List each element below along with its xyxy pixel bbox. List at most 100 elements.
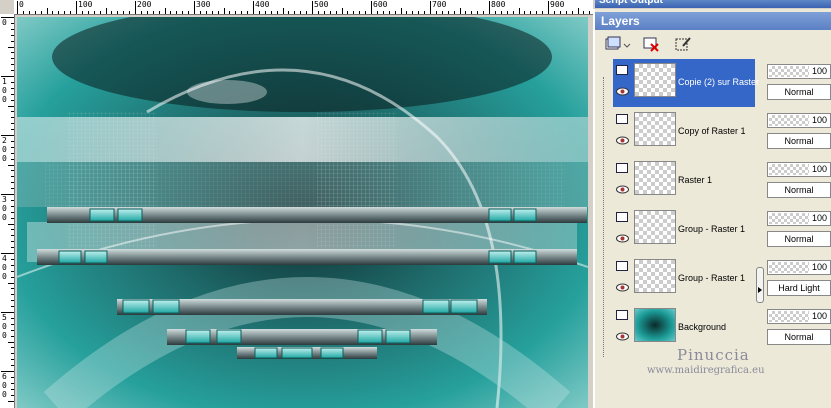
ruler-tick [312,1,313,14]
ruler-tick [400,8,402,14]
layer-thumbnail [634,308,676,342]
ruler-tick [264,11,266,14]
ruler-tick [223,8,225,14]
ruler-tick [341,8,343,14]
ruler-tick [11,323,14,325]
ruler-tick [559,11,561,14]
ruler-tick [11,129,14,131]
script-output-panel-header[interactable]: Script Output [595,0,831,8]
raster-layer-icon [616,212,629,223]
blend-mode-select[interactable]: Normal [767,231,831,247]
ruler-tick [87,11,89,14]
ruler-tick [241,11,243,14]
ruler-tick [11,64,14,66]
ruler-tick [11,123,14,125]
eye-icon[interactable] [616,136,629,145]
blend-mode-select[interactable]: Hard Light [767,280,831,296]
layer-row[interactable]: Raster 1 [613,157,755,205]
ruler-tick [371,1,372,14]
expand-arrow-icon[interactable] [758,287,762,293]
ruler-tick [1,76,14,77]
ruler-tick [11,294,14,296]
ruler-tick [571,11,573,14]
eye-icon[interactable] [616,185,629,194]
ruler-label: 800 [491,0,506,9]
panel-splitter-handle[interactable] [756,267,764,303]
ruler-tick [1,312,14,313]
watermark-name: Pinuccia [677,346,750,364]
ruler-label: 3 0 0 [2,195,7,222]
ruler-tick [81,11,83,14]
ruler-tick [28,11,30,14]
image-canvas[interactable] [17,17,588,408]
eye-icon[interactable] [616,332,629,341]
ruler-tick [11,288,14,290]
layer-properties: 100 Normal [767,157,831,205]
ruler-tick [11,365,14,367]
ruler-tick [548,1,549,14]
layer-row[interactable]: Copy of Raster 1 [613,108,755,156]
layer-thumbnail [634,161,676,195]
layer-row[interactable]: Background [613,304,755,352]
ruler-tick [8,282,14,284]
ruler-tick [11,347,14,349]
ruler-tick [524,11,526,14]
ruler-tick [11,247,14,249]
ruler-tick [11,241,14,243]
blend-mode-select[interactable]: Normal [767,329,831,345]
ruler-tick [412,11,414,14]
ruler-tick [376,11,378,14]
ruler-tick [359,11,361,14]
blend-mode-select[interactable]: Normal [767,182,831,198]
ruler-tick [182,11,184,14]
edit-selection-icon[interactable] [673,34,693,54]
eye-icon[interactable] [616,234,629,243]
ruler-tick [11,388,14,390]
ruler-label: 600 [373,0,388,9]
ruler-tick [577,8,579,14]
ruler-label: 2 0 0 [2,136,7,163]
eye-icon[interactable] [616,87,629,96]
ruler-tick [188,11,190,14]
ruler-tick [418,11,420,14]
ruler-tick [111,11,113,14]
layer-properties: 100 Hard Light [767,255,831,303]
delete-layer-icon[interactable] [641,34,661,54]
opacity-slider[interactable]: 100 [767,260,831,275]
layer-row[interactable]: Group - Raster 1 [613,206,755,254]
ruler-tick [477,11,479,14]
opacity-slider[interactable]: 100 [767,309,831,324]
blend-mode-select[interactable]: Normal [767,84,831,100]
blend-mode-select[interactable]: Normal [767,133,831,149]
opacity-slider[interactable]: 100 [767,162,831,177]
ruler-tick [435,11,437,14]
ruler-tick [11,111,14,113]
ruler-tick [152,11,154,14]
ruler-tick [11,376,14,378]
layer-properties: 100 Normal [767,59,831,107]
eye-icon[interactable] [616,283,629,292]
ruler-tick [46,8,48,14]
ruler-tick [58,11,60,14]
ruler-label: 200 [137,0,152,9]
layer-row[interactable]: Copie (2) sur Raster [613,59,759,107]
ruler-label: 5 0 0 [2,313,7,340]
layer-name: Background [678,322,727,332]
layer-row[interactable]: Group - Raster 1 [613,255,755,303]
ruler-tick [11,205,14,207]
layers-panel-title[interactable]: Layers [595,12,831,30]
ruler-tick [11,93,14,95]
opacity-slider[interactable]: 100 [767,64,831,79]
canvas-area[interactable]: 0 100 200 300 400 500 600 700 800 900 0 1 0 0 2 0 0… [0,0,593,408]
ruler-tick [11,28,14,30]
opacity-slider[interactable]: 100 [767,113,831,128]
ruler-tick [17,1,18,14]
opacity-slider[interactable]: 100 [767,211,831,226]
ruler-label: 1 0 0 [2,77,7,104]
chevron-down-icon[interactable] [623,34,631,54]
new-layer-icon[interactable] [603,34,623,54]
ruler-tick [247,11,249,14]
layer-name: Copie (2) sur Raster [678,77,760,87]
ruler-tick [518,8,520,14]
ruler-tick [11,22,14,24]
